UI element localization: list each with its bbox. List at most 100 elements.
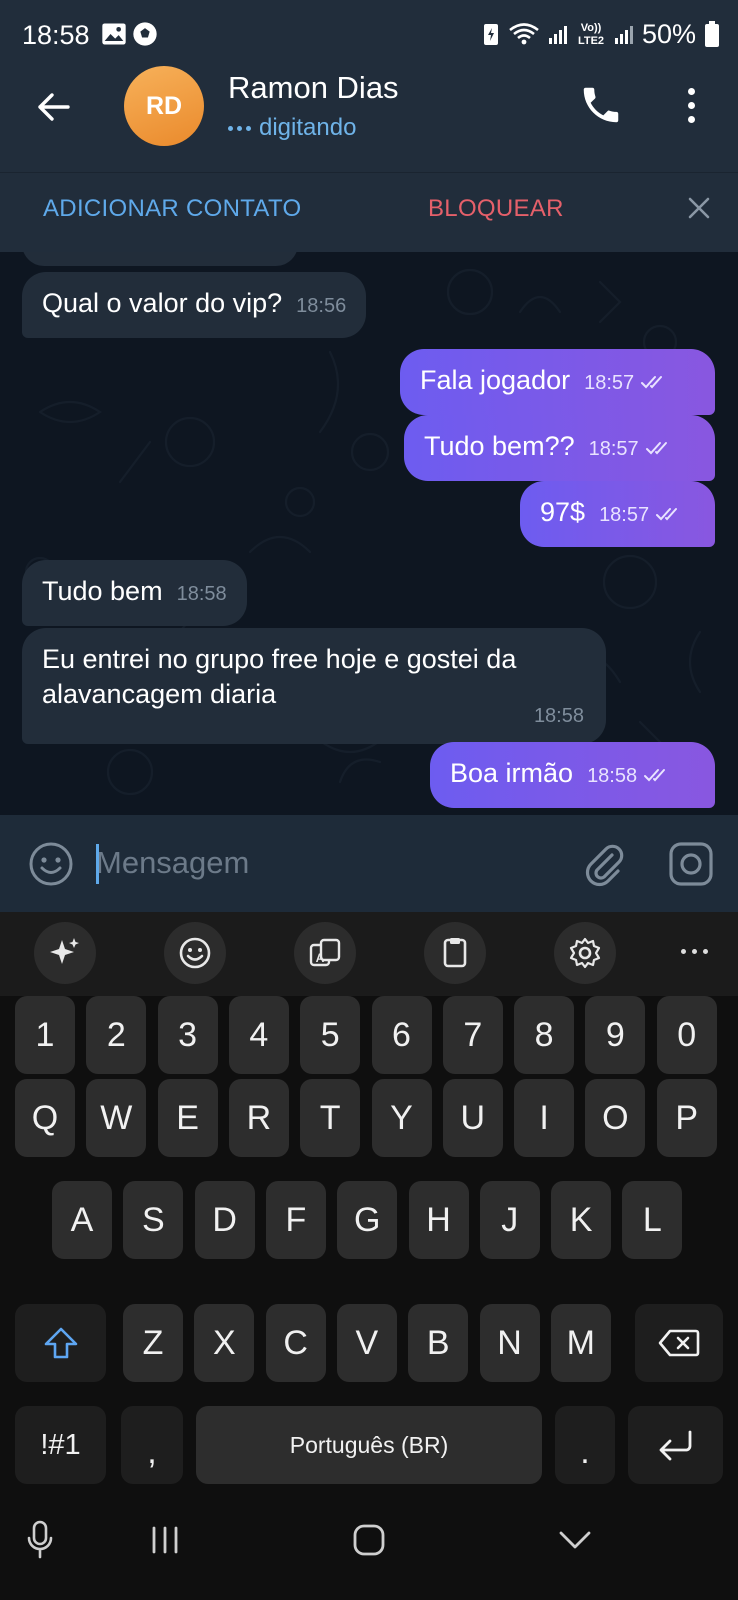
more-icon[interactable] (674, 936, 714, 966)
status-time: 18:58 (22, 20, 90, 50)
gallery-icon (102, 23, 126, 45)
emoji-panel-button[interactable] (164, 922, 226, 984)
mic-button[interactable] (20, 1516, 60, 1564)
number-key[interactable]: 0 (656, 996, 717, 1074)
letter-key[interactable]: D (194, 1181, 255, 1259)
number-key[interactable]: 6 (371, 996, 432, 1074)
message-outgoing[interactable]: Tudo bem?? 18:57 (404, 415, 715, 481)
letter-key[interactable]: E (157, 1079, 218, 1157)
keyboard-settings-button[interactable] (554, 922, 616, 984)
letter-key[interactable]: K (551, 1181, 612, 1259)
chat-area[interactable]: Qual o valor do vip? 18:56 Fala jogador 18… (0, 252, 738, 815)
letter-key[interactable]: I (514, 1079, 575, 1157)
space-key[interactable]: Português (BR) (196, 1406, 542, 1484)
letter-key[interactable]: B (408, 1304, 469, 1382)
system-navigation-bar (0, 1486, 738, 1600)
chat-header: RD Ramon Dias digitando (0, 62, 738, 172)
message-outgoing[interactable]: Boa irmão 18:58 (430, 742, 715, 808)
letter-key[interactable]: G (337, 1181, 398, 1259)
svg-text:Vo)): Vo)) (581, 22, 602, 34)
phone-icon[interactable] (578, 82, 624, 128)
number-key[interactable]: 8 (514, 996, 575, 1074)
double-check-icon (641, 375, 663, 389)
app-header: 18:58 Vo)) LTE2 50% RD Ramon Dias digita… (0, 0, 738, 252)
home-icon (353, 1524, 385, 1556)
letter-key[interactable]: Q (15, 1079, 75, 1157)
message-incoming[interactable]: Qual o valor do vip? 18:56 (22, 272, 367, 338)
message-incoming[interactable]: Tudo bem 18:58 (22, 560, 247, 626)
letter-key[interactable]: O (585, 1079, 646, 1157)
message-time: 18:57 (584, 372, 635, 394)
back-button[interactable] (30, 84, 76, 130)
clipboard-button[interactable] (424, 922, 486, 984)
hide-keyboard-button[interactable] (550, 1516, 600, 1564)
arrow-left-icon (38, 93, 70, 121)
letter-key[interactable]: P (656, 1079, 717, 1157)
message-outgoing[interactable]: Fala jogador 18:57 (400, 349, 715, 415)
block-button[interactable]: BLOQUEAR (428, 195, 564, 223)
home-button[interactable] (344, 1516, 394, 1564)
letter-key[interactable]: Z (123, 1304, 183, 1382)
letter-key[interactable]: H (408, 1181, 469, 1259)
more-options-button[interactable] (676, 82, 706, 128)
message-input[interactable] (96, 837, 546, 889)
keyboard-toolbar: A (0, 912, 738, 996)
paperclip-icon[interactable] (580, 839, 626, 889)
status-bar: 18:58 Vo)) LTE2 50% (0, 0, 738, 70)
recent-apps-button[interactable] (140, 1516, 190, 1564)
letter-key[interactable]: R (228, 1079, 289, 1157)
message-outgoing[interactable]: 97$ 18:57 (520, 481, 715, 547)
number-key[interactable]: 5 (300, 996, 361, 1074)
backspace-icon (658, 1329, 700, 1357)
emoji-icon[interactable] (28, 841, 74, 887)
period-key[interactable]: . (555, 1406, 615, 1484)
microphone-icon (27, 1520, 53, 1559)
letter-key[interactable]: V (336, 1304, 397, 1382)
letter-key[interactable]: C (265, 1304, 326, 1382)
letter-key[interactable]: U (442, 1079, 503, 1157)
translate-button[interactable]: A (294, 922, 356, 984)
translate-icon: A (309, 938, 341, 967)
symbols-key[interactable]: !#1 (15, 1406, 106, 1484)
number-key[interactable]: 3 (157, 996, 218, 1074)
settings-icon (569, 937, 601, 969)
menu-dot (687, 87, 695, 95)
letter-key[interactable]: M (550, 1304, 611, 1382)
letter-key[interactable]: S (123, 1181, 184, 1259)
camera-icon[interactable] (668, 841, 714, 887)
typing-status: digitando (228, 114, 356, 142)
letter-key[interactable]: X (194, 1304, 255, 1382)
message-text: Eu entrei no grupo free hoje e gostei da… (42, 644, 517, 709)
close-icon[interactable] (684, 193, 714, 223)
avatar[interactable]: RD (124, 66, 204, 146)
letter-key[interactable]: J (479, 1181, 540, 1259)
enter-key[interactable] (628, 1406, 723, 1484)
message-incoming[interactable]: Eu entrei no grupo free hoje e gostei da… (22, 628, 606, 744)
contact-name[interactable]: Ramon Dias (228, 70, 399, 106)
message-time: 18:58 (176, 583, 227, 605)
ai-sparkle-button[interactable] (34, 922, 96, 984)
number-key[interactable]: 2 (86, 996, 147, 1074)
letter-key[interactable]: W (86, 1079, 147, 1157)
letter-key[interactable]: N (479, 1304, 540, 1382)
number-key[interactable]: 7 (442, 996, 503, 1074)
shift-key[interactable] (15, 1304, 106, 1382)
message-time: 18:58 (533, 705, 584, 727)
letter-key[interactable]: F (265, 1181, 326, 1259)
add-contact-button[interactable]: ADICIONAR CONTATO (43, 195, 301, 223)
letter-key[interactable]: A (52, 1181, 112, 1259)
number-key[interactable]: 4 (228, 996, 289, 1074)
message-time: 18:57 (588, 438, 639, 460)
backspace-key[interactable] (635, 1304, 723, 1382)
letter-key[interactable]: Y (371, 1079, 432, 1157)
comma-key[interactable]: , (121, 1406, 183, 1484)
signal-icon (548, 26, 567, 44)
letter-key[interactable]: T (300, 1079, 361, 1157)
clipboard-icon (443, 938, 467, 968)
message-text: Boa irmão (450, 758, 574, 788)
number-key[interactable]: 9 (585, 996, 646, 1074)
message-time: 18:56 (296, 295, 347, 317)
letter-key[interactable]: L (622, 1181, 683, 1259)
text-cursor (96, 844, 99, 884)
number-key[interactable]: 1 (15, 996, 75, 1074)
